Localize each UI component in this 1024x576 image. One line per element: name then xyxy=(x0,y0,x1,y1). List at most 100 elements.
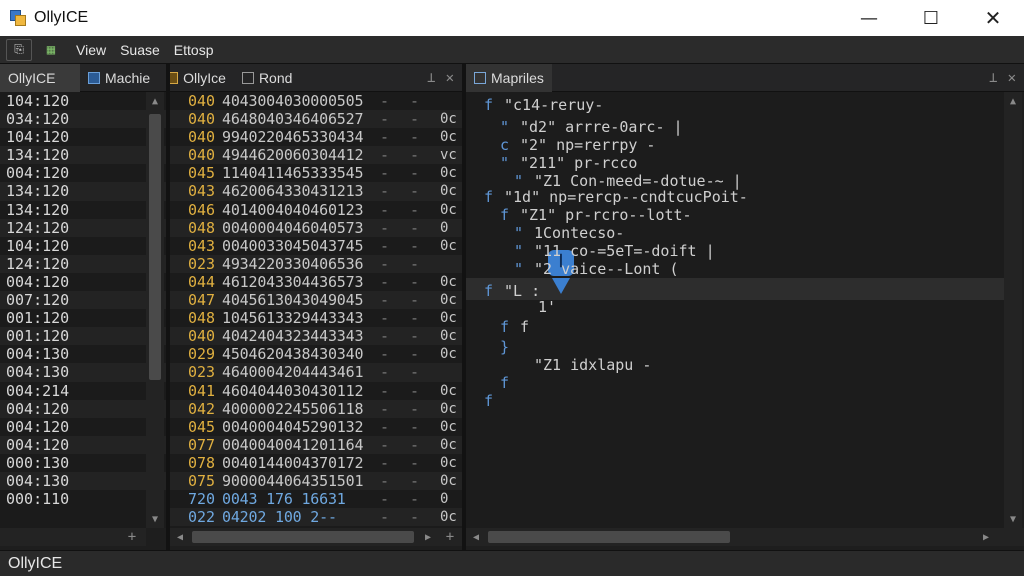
address-row[interactable]: 000:130 xyxy=(0,454,166,472)
address-row[interactable]: 004:214 xyxy=(0,382,166,400)
scroll-thumb[interactable] xyxy=(149,114,161,380)
hex-row[interactable]: 075 9000044064351501 - - 0c xyxy=(170,471,462,491)
address-row[interactable]: 001:120 xyxy=(0,327,166,346)
address-row[interactable]: 124:120 xyxy=(0,254,166,273)
scroll-right-icon[interactable]: ▶ xyxy=(978,528,994,546)
minimize-button[interactable]: — xyxy=(838,0,900,36)
scroll-left-icon[interactable]: ◀ xyxy=(172,528,188,546)
scroll-up-icon[interactable]: ▲ xyxy=(1004,92,1022,110)
code-line[interactable]: "211" pr-rcco xyxy=(520,154,637,172)
hex-row[interactable]: 077 0040040041201164 - - 0c xyxy=(170,435,462,454)
add-icon[interactable]: + xyxy=(124,528,140,546)
address-row[interactable]: 004:120 xyxy=(0,164,166,182)
hex-row[interactable]: 023 4934220330406536 - - xyxy=(170,254,462,273)
code-line[interactable]: "2 vaice--Lont ( xyxy=(534,260,679,278)
code-line[interactable]: "d2" arrre-0arc- | xyxy=(520,118,683,136)
tab-machie[interactable]: Machie xyxy=(80,64,158,92)
pin-icon[interactable]: ⊥ xyxy=(989,70,997,86)
address-row[interactable]: 004:130 xyxy=(0,363,166,382)
address-row[interactable]: 004:120 xyxy=(0,273,166,291)
hex-row[interactable]: 040 9940220465330434 - - 0c xyxy=(170,128,462,146)
hex-row[interactable]: 040 4648040346406527 - - 0c xyxy=(170,110,462,129)
menu-ettosp[interactable]: Ettosp xyxy=(174,42,214,58)
hex-row[interactable]: 041 4604044030430112 - - 0c xyxy=(170,382,462,400)
hex-row[interactable]: 023 4640004204443461 - - xyxy=(170,363,462,382)
hex-dots: - - xyxy=(380,218,426,237)
address-row[interactable]: 000:110 xyxy=(0,490,166,508)
code-line[interactable]: 1' xyxy=(538,298,556,316)
menu-suase[interactable]: Suase xyxy=(120,42,160,58)
code-line[interactable]: "L : xyxy=(504,282,540,300)
hex-row[interactable]: 045 1140411465333545 - - 0c xyxy=(170,164,462,182)
scroll-up-icon[interactable]: ▲ xyxy=(146,92,164,110)
hex-row[interactable]: 040 4944620060304412 - - vc xyxy=(170,146,462,165)
address-row[interactable]: 004:130 xyxy=(0,471,166,491)
scroll-down-icon[interactable]: ▼ xyxy=(146,510,164,528)
address-pane[interactable]: 104:120 034:120 104:120 134:120 004:120 134:1… xyxy=(0,92,166,528)
tab-rond[interactable]: Rond xyxy=(234,64,300,92)
code-line[interactable]: f xyxy=(520,318,529,336)
code-line[interactable]: "11 co-=5eT=-doift | xyxy=(534,242,715,260)
hex-row[interactable]: 029 4504620438430340 - - 0c xyxy=(170,345,462,363)
left-tab-actions: ⊥ ✕ xyxy=(427,70,462,86)
hex-row[interactable]: 720 0043 176 16631 - - 0 xyxy=(170,490,462,508)
hex-dots: - - xyxy=(380,453,426,472)
hex-row[interactable]: 045 0040004045290132 - - 0c xyxy=(170,418,462,436)
code-line[interactable]: "Z1" pr-rcro--lott- xyxy=(520,206,692,224)
address-row[interactable]: 124:120 xyxy=(0,218,166,237)
scroll-right-icon[interactable]: ▶ xyxy=(420,528,436,546)
menu-view[interactable]: View xyxy=(76,42,106,58)
hex-row[interactable]: 040 4043004030000505 - - xyxy=(170,92,462,110)
scroll-down-icon[interactable]: ▼ xyxy=(1004,510,1022,528)
hex-dump-pane[interactable]: 040 4043004030000505 - - 040 464804034640652… xyxy=(170,92,462,528)
tab-ollyice[interactable]: OllyICE xyxy=(0,63,80,92)
address-row[interactable]: 104:120 xyxy=(0,237,166,255)
maximize-button[interactable]: ☐ xyxy=(900,0,962,36)
address-vscroll[interactable]: ▲ ▼ xyxy=(146,92,164,528)
hex-row[interactable]: 042 4000002245506118 - - 0c xyxy=(170,399,462,418)
address-row[interactable]: 104:120 xyxy=(0,92,166,110)
address-row[interactable]: 001:120 xyxy=(0,309,166,327)
scroll-thumb[interactable] xyxy=(488,531,730,543)
hex-row[interactable]: 048 1045613329443343 - - 0c xyxy=(170,309,462,327)
address-row[interactable]: 004:130 xyxy=(0,345,166,363)
address-hscroll[interactable]: + xyxy=(0,528,146,546)
address-row[interactable]: 134:120 xyxy=(0,182,166,201)
address-row[interactable]: 134:120 xyxy=(0,201,166,219)
open-file-icon[interactable]: ⎘ xyxy=(6,38,32,61)
hex-row[interactable]: 040 4042404323443343 - - 0c xyxy=(170,327,462,346)
close-tab-icon[interactable]: ✕ xyxy=(1008,70,1016,86)
code-hscroll[interactable]: ◀ ▶ xyxy=(466,528,1024,546)
tab-mapriles[interactable]: Mapriles xyxy=(466,63,552,92)
hex-row[interactable]: 043 0040033045043745 - - 0c xyxy=(170,237,462,255)
hex-row[interactable]: 048 0040004046040573 - - 0 xyxy=(170,218,462,237)
code-pane[interactable]: ꟾ f "c14-reruy- " "d2" arrre-0arc- | c "2" np… xyxy=(466,92,1022,528)
add-icon[interactable]: + xyxy=(442,528,458,546)
hex-row[interactable]: 078 0040144004370172 - - 0c xyxy=(170,454,462,472)
hex-row[interactable]: 047 4045613043049045 - - 0c xyxy=(170,291,462,310)
hex-row[interactable]: 044 4612043304436573 - - 0c xyxy=(170,273,462,291)
hex-row[interactable]: 043 4620064330431213 - - 0c xyxy=(170,182,462,201)
hex-hscroll[interactable]: ◀ ▶ + xyxy=(170,528,462,546)
address-row[interactable]: 034:120 xyxy=(0,110,166,129)
address-row[interactable]: 004:120 xyxy=(0,418,166,436)
address-row[interactable]: 007:120 xyxy=(0,291,166,310)
code-line[interactable]: 1Contecso- xyxy=(534,224,624,242)
hex-row[interactable]: 022 04202 100 2-- - - 0c xyxy=(170,508,462,527)
code-line[interactable]: "c14-reruy- xyxy=(504,96,603,114)
pin-icon[interactable]: ⊥ xyxy=(427,70,435,86)
address-row[interactable]: 004:120 xyxy=(0,435,166,454)
scroll-thumb[interactable] xyxy=(192,531,414,543)
scroll-left-icon[interactable]: ◀ xyxy=(468,528,484,546)
debug-icon[interactable]: ▦ xyxy=(40,39,62,61)
code-line[interactable]: "1d" np=rercp--cndtcucPoit- xyxy=(504,188,748,206)
code-vscroll[interactable]: ▲ ▼ xyxy=(1004,92,1022,528)
hex-row[interactable]: 046 4014004040460123 - - 0c xyxy=(170,201,462,219)
code-line[interactable]: "Z1 idxlapu - xyxy=(534,356,651,374)
address-row[interactable]: 004:120 xyxy=(0,399,166,418)
code-line[interactable]: "2" np=rerrpy - xyxy=(520,136,655,154)
close-tab-icon[interactable]: ✕ xyxy=(446,70,454,86)
close-button[interactable]: ✕ xyxy=(962,0,1024,36)
address-row[interactable]: 104:120 xyxy=(0,128,166,146)
address-row[interactable]: 134:120 xyxy=(0,146,166,165)
